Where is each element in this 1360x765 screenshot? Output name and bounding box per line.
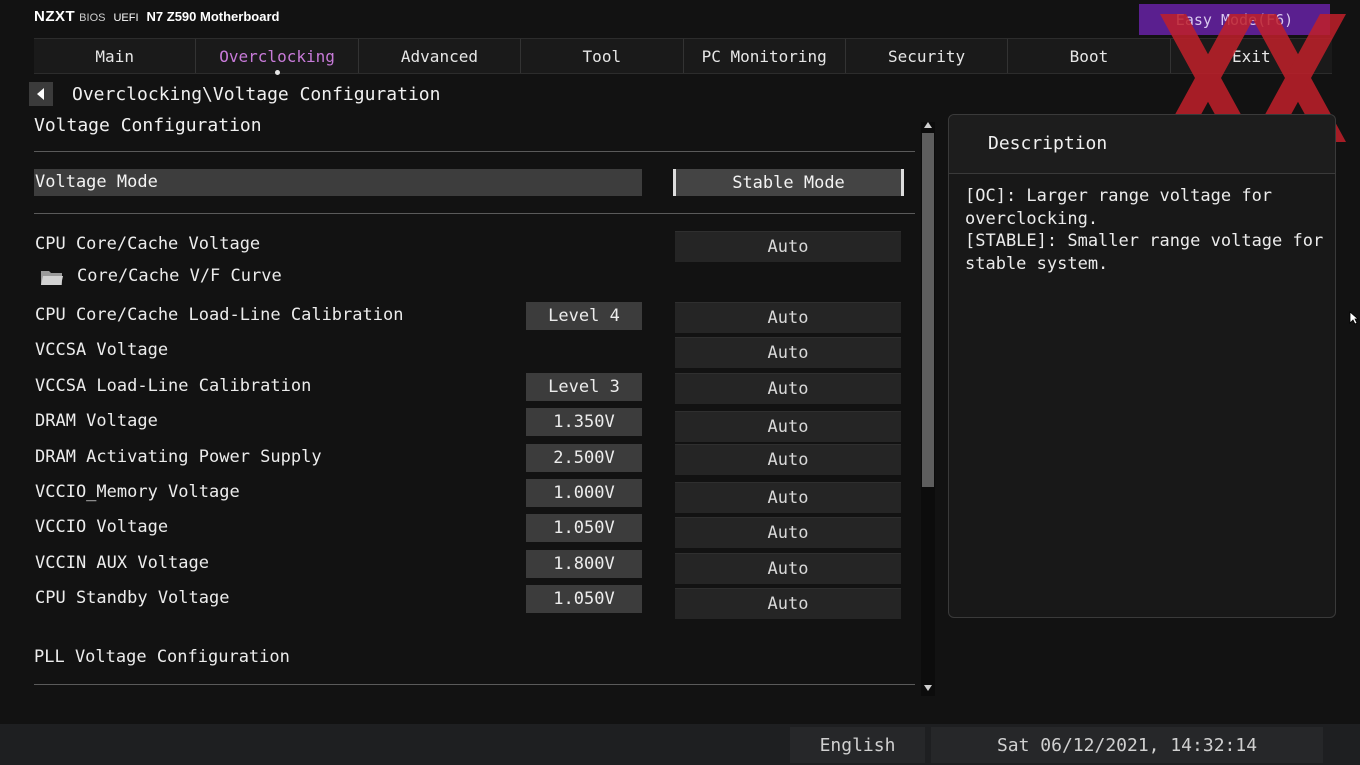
mouse-cursor-icon (1349, 311, 1359, 325)
setting-label-vccsa-voltage: VCCSA Voltage (35, 340, 169, 360)
chevron-up-icon (924, 122, 932, 128)
setting-label-vccsa-llc: VCCSA Load-Line Calibration (35, 376, 312, 396)
main-tab-bar: Main Overclocking Advanced Tool PC Monit… (34, 38, 1332, 75)
scroll-up-arrow[interactable] (921, 122, 935, 132)
setting-value-cpu-core-cache-voltage[interactable]: Auto (675, 231, 901, 262)
divider (34, 151, 915, 152)
tab-security[interactable]: Security (844, 39, 1008, 73)
tab-boot[interactable]: Boot (1007, 39, 1170, 73)
voltage-mode-label: Voltage Mode (35, 172, 158, 192)
setting-value-vccio-voltage[interactable]: Auto (675, 517, 901, 548)
setting-current-vccsa-llc: Level 3 (526, 373, 642, 401)
breadcrumb: Overclocking\Voltage Configuration (72, 84, 441, 105)
setting-label-dram-voltage: DRAM Voltage (35, 411, 158, 431)
scroll-down-arrow[interactable] (921, 685, 935, 695)
uefi-label: UEFI (113, 12, 139, 24)
setting-value-vccin-aux-voltage[interactable]: Auto (675, 553, 901, 584)
setting-current-vccio-voltage: 1.050V (526, 514, 642, 542)
nzxt-logo-text: NZXT (34, 8, 76, 25)
setting-label-vccio-voltage: VCCIO Voltage (35, 517, 169, 537)
setting-label-vccin-aux-voltage: VCCIN AUX Voltage (35, 553, 209, 573)
motherboard-model: N7 Z590 Motherboard (146, 9, 280, 24)
language-selector[interactable]: English (790, 727, 925, 763)
folder-icon (41, 271, 63, 285)
setting-current-dram-activating-power: 2.500V (526, 444, 642, 472)
date-time-display: Sat 06/12/2021, 14:32:14 (931, 727, 1323, 763)
setting-value-vccio-memory-voltage[interactable]: Auto (675, 482, 901, 513)
tab-overclocking[interactable]: Overclocking (195, 39, 358, 75)
setting-value-dram-voltage[interactable]: Auto (675, 411, 901, 442)
setting-label-vccio-memory-voltage: VCCIO_Memory Voltage (35, 482, 240, 502)
tab-tool[interactable]: Tool (520, 39, 683, 73)
setting-value-vccsa-llc[interactable]: Auto (675, 373, 901, 404)
setting-value-cpu-standby-voltage[interactable]: Auto (675, 588, 901, 619)
setting-label-cpu-llc: CPU Core/Cache Load-Line Calibration (35, 305, 404, 325)
description-title: Description (988, 133, 1108, 154)
setting-current-dram-voltage: 1.350V (526, 408, 642, 436)
description-text: [OC]: Larger range voltage for overclock… (965, 186, 1324, 274)
setting-label-cpu-core-cache-voltage: CPU Core/Cache Voltage (35, 234, 261, 254)
back-button[interactable] (29, 82, 53, 106)
divider (34, 684, 915, 685)
setting-label-dram-activating-power: DRAM Activating Power Supply (35, 447, 322, 467)
page-title: Voltage Configuration (34, 115, 262, 136)
chevron-down-icon (924, 685, 932, 691)
brand-header: NZXT BIOS UEFI N7 Z590 Motherboard (34, 8, 279, 30)
submenu-pll-voltage-configuration[interactable]: PLL Voltage Configuration (34, 647, 290, 667)
setting-current-vccin-aux-voltage: 1.800V (526, 550, 642, 578)
divider (34, 213, 915, 214)
tab-main[interactable]: Main (34, 39, 196, 73)
arrow-left-icon (37, 88, 44, 100)
setting-current-cpu-llc: Level 4 (526, 302, 642, 330)
tab-pc-monitoring[interactable]: PC Monitoring (682, 39, 845, 73)
setting-current-cpu-standby-voltage: 1.050V (526, 585, 642, 613)
setting-value-vccsa-voltage[interactable]: Auto (675, 337, 901, 368)
tab-advanced[interactable]: Advanced (357, 39, 521, 73)
voltage-mode-select[interactable]: Stable Mode (673, 169, 904, 196)
scrollbar-thumb[interactable] (922, 133, 934, 487)
submenu-core-cache-vf-curve[interactable]: Core/Cache V/F Curve (77, 266, 282, 286)
bios-label: BIOS (79, 12, 106, 24)
setting-current-vccio-memory-voltage: 1.000V (526, 479, 642, 507)
setting-value-dram-activating-power[interactable]: Auto (675, 444, 901, 475)
setting-label-cpu-standby-voltage: CPU Standby Voltage (35, 588, 230, 608)
setting-value-cpu-llc[interactable]: Auto (675, 302, 901, 333)
